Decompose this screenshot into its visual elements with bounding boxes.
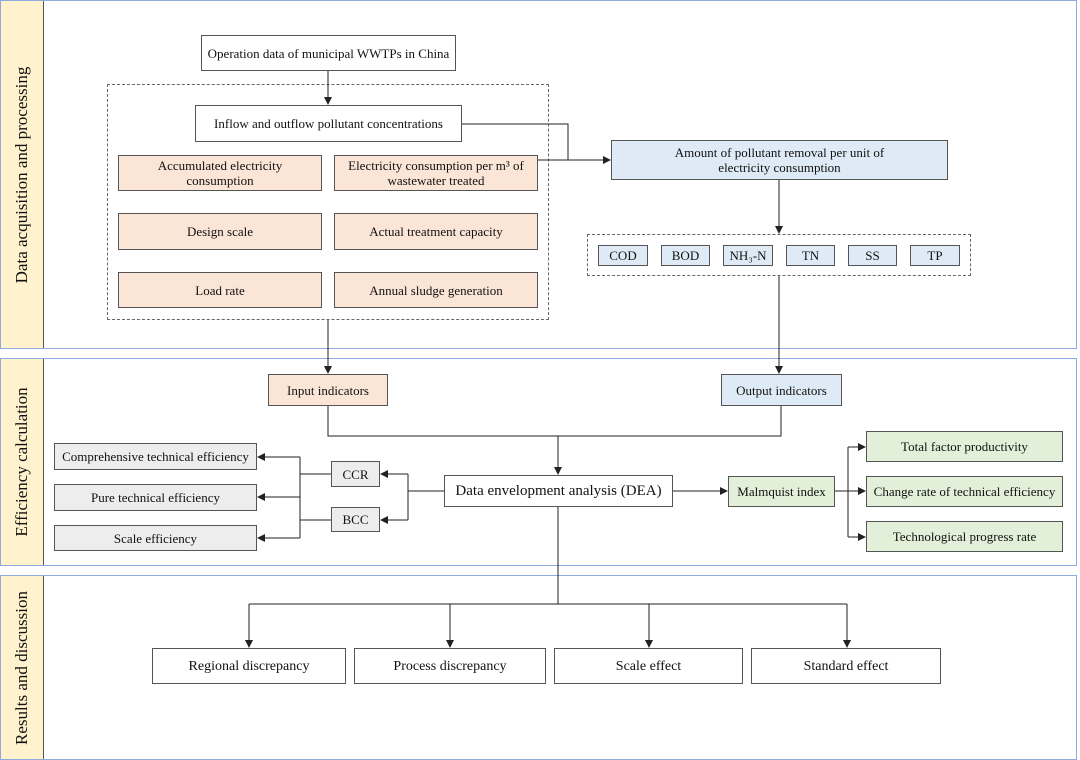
sludge-box: Annual sludge generation: [334, 272, 538, 308]
tech-progress-box: Technological progress rate: [866, 521, 1063, 552]
flowchart: Data acquisition and processing Efficien…: [0, 0, 1080, 760]
pollutant-ss: SS: [848, 245, 897, 266]
load-rate-box: Load rate: [118, 272, 322, 308]
connectors: [245, 71, 866, 648]
process-box: Process discrepancy: [354, 648, 546, 684]
pollutant-cod: COD: [598, 245, 648, 266]
pollutant-bod: BOD: [661, 245, 710, 266]
ccr-box: CCR: [331, 461, 380, 487]
pollutant-nh3n: NH₃-N: [723, 245, 773, 266]
connector: [407, 474, 444, 520]
removal-box: Amount of pollutant removal per unit of …: [611, 140, 948, 180]
regional-box: Regional discrepancy: [152, 648, 346, 684]
comprehensive-efficiency-box: Comprehensive technical efficiency: [54, 443, 257, 470]
tfp-box: Total factor productivity: [866, 431, 1063, 462]
change-rate-box: Change rate of technical efficiency: [866, 476, 1063, 507]
connector: [327, 406, 782, 437]
scale-effect-box: Scale effect: [554, 648, 743, 684]
connector: [299, 457, 331, 538]
accumulated-box: Accumulated electricity consumption: [118, 155, 322, 191]
source-box: Operation data of municipal WWTPs in Chi…: [201, 35, 456, 71]
malmquist-box: Malmquist index: [728, 476, 835, 507]
per-m3-box: Electricity consumption per m³ of wastew…: [334, 155, 538, 191]
bcc-box: BCC: [331, 507, 380, 532]
standard-box: Standard effect: [751, 648, 941, 684]
connector: [835, 447, 849, 537]
inflow-box: Inflow and outflow pollutant concentrati…: [195, 105, 462, 142]
scale-efficiency-box: Scale efficiency: [54, 525, 257, 551]
pollutant-tp: TP: [910, 245, 960, 266]
actual-capacity-box: Actual treatment capacity: [334, 213, 538, 250]
output-indicators-box: Output indicators: [721, 374, 842, 406]
input-indicators-box: Input indicators: [268, 374, 388, 406]
pure-efficiency-box: Pure technical efficiency: [54, 484, 257, 511]
dea-box: Data envelopment analysis (DEA): [444, 475, 673, 507]
design-scale-box: Design scale: [118, 213, 322, 250]
pollutant-tn: TN: [786, 245, 835, 266]
